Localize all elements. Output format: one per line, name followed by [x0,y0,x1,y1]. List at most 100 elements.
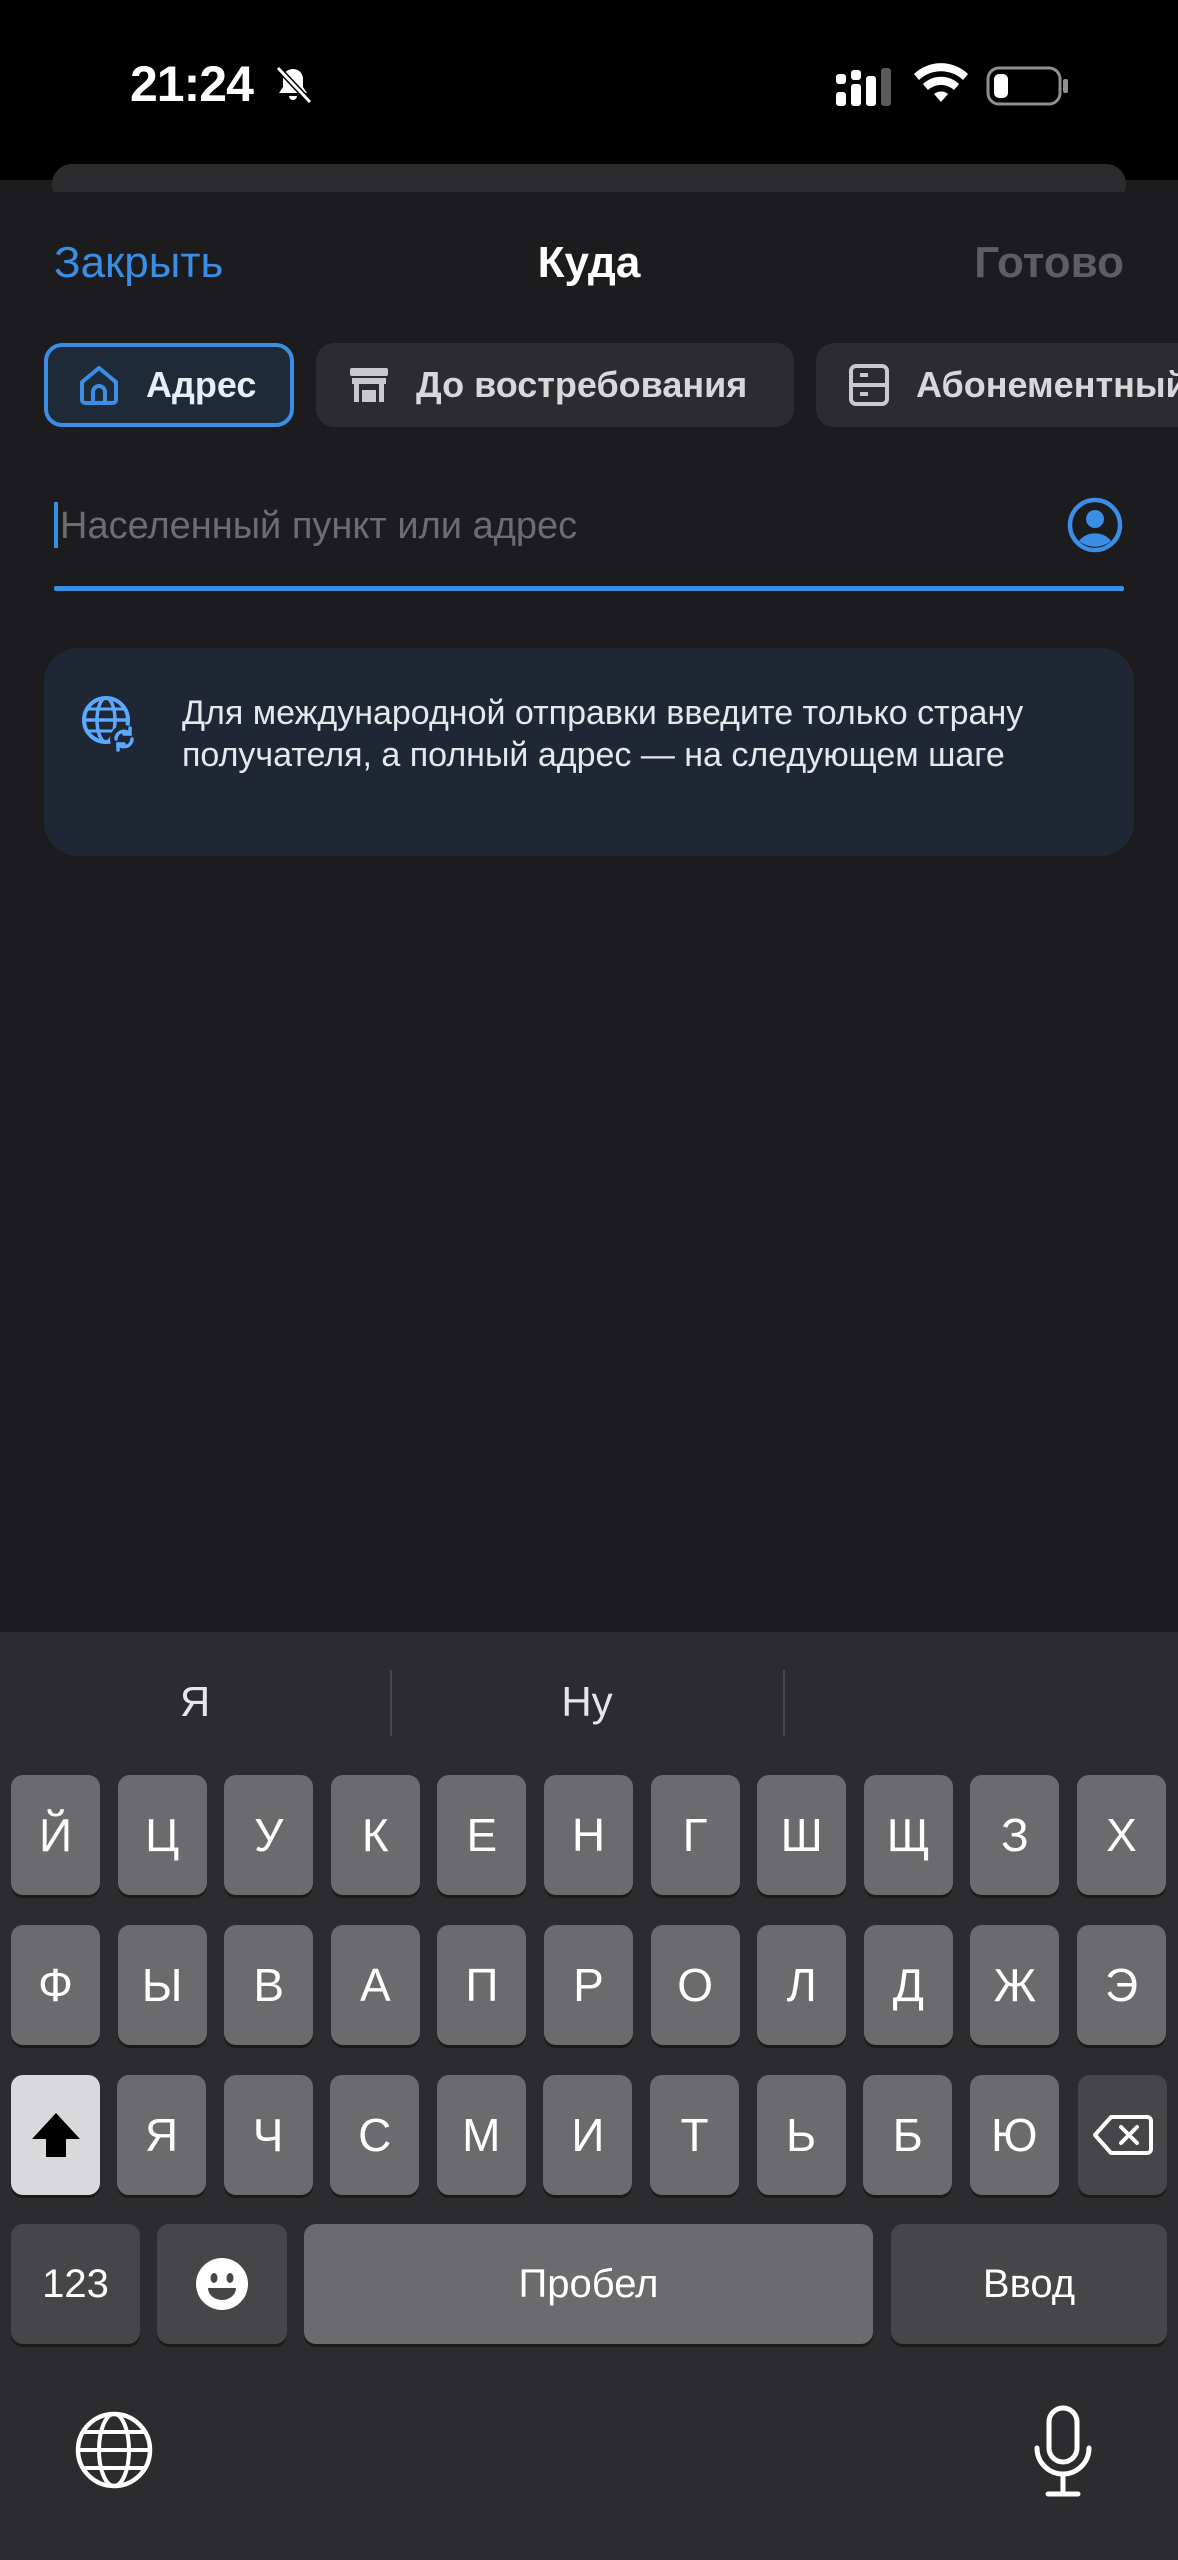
post-office-icon [346,362,392,408]
key[interactable]: Ь [756,2075,846,2195]
numbers-key[interactable]: 123 [11,2224,140,2344]
key-label: Ч [252,2109,284,2161]
key[interactable]: М [436,2075,526,2195]
key[interactable]: Э [1077,1925,1166,2045]
key-label: Л [786,1959,817,2011]
key[interactable]: Ч [223,2075,313,2195]
tab-address[interactable]: Адрес [44,343,294,427]
key-label: Ш [780,1809,823,1861]
key[interactable]: Й [11,1775,100,1895]
key[interactable]: И [543,2075,633,2195]
globe-icon[interactable] [72,2408,156,2492]
delete-key[interactable] [1078,2075,1167,2195]
delivery-type-tabs: Адрес До востребования Абонементный ящик [0,330,1178,440]
key-label: Ю [991,2109,1038,2161]
contact-icon[interactable] [1066,496,1124,554]
key[interactable]: Д [863,1925,953,2045]
key[interactable]: П [437,1925,527,2045]
cellular-signal-icon [836,68,891,106]
tab-po-box[interactable]: Абонементный ящик [816,343,1178,427]
key[interactable]: А [330,1925,420,2045]
tab-address-label: Адрес [146,364,257,405]
key-label: Ь [786,2109,817,2161]
key-label: Н [571,1809,606,1861]
key-label: Ц [145,1809,180,1861]
key-label: Х [1106,1809,1137,1861]
microphone-icon[interactable] [1030,2404,1096,2500]
international-info-banner: Для международной отправки введите тольк… [44,648,1134,856]
key-label: А [359,1959,391,2011]
key[interactable]: В [224,1925,314,2045]
key[interactable]: Х [1077,1775,1166,1895]
suggestion-1[interactable]: Я [0,1662,390,1742]
suggestion-2[interactable]: Ну [392,1662,782,1742]
key[interactable]: Л [757,1925,847,2045]
key-label: Ж [993,1959,1037,2011]
shift-arrow-icon [31,2113,80,2157]
key-label: Ы [141,1959,183,2011]
key-label: Д [892,1959,924,2011]
address-input[interactable] [58,492,1022,560]
key[interactable]: О [650,1925,740,2045]
return-key[interactable]: Ввод [891,2224,1167,2344]
emoji-icon [196,2258,248,2310]
silent-bell-icon [275,65,313,105]
wifi-icon [914,63,968,102]
key-label: Т [680,2109,709,2161]
key-label: Й [38,1809,73,1861]
key[interactable]: С [330,2075,420,2195]
key[interactable]: Щ [863,1775,953,1895]
keyboard: Я Ну Й Ц У К Е Н Г Ш Щ З Х Ф Ы В А П Р О Л Д Ж Э Я Ч С М И Т Ь Б Ю 1… [0,1632,1178,2560]
key[interactable]: З [970,1775,1060,1895]
key-label: М [462,2109,501,2161]
numbers-key-label: 123 [42,2261,109,2306]
key[interactable]: Ш [757,1775,847,1895]
key[interactable]: Ж [970,1925,1060,2045]
space-key[interactable]: Пробел [304,2224,873,2344]
tab-poste-restante[interactable]: До востребования [316,343,794,427]
key[interactable]: Б [863,2075,953,2195]
key[interactable]: Р [544,1925,633,2045]
tab-poste-restante-label: До востребования [416,364,748,405]
key[interactable]: Н [544,1775,633,1895]
status-time: 21:24 [130,56,254,112]
input-underline [54,586,1124,591]
key-label: П [465,1959,499,2011]
key-label: В [253,1959,285,2011]
shift-key[interactable] [11,2075,100,2195]
key[interactable]: Е [437,1775,527,1895]
key[interactable]: Я [117,2075,206,2195]
key[interactable]: У [224,1775,314,1895]
space-key-label: Пробел [518,2261,659,2306]
key-label: Ф [38,1959,73,2011]
home-icon [76,362,122,408]
done-button[interactable]: Готово [974,238,1124,288]
tab-po-box-label: Абонементный ящик [916,364,1178,405]
globe-refresh-icon [82,696,138,753]
emoji-key[interactable] [157,2224,287,2344]
key[interactable]: Ю [969,2075,1059,2195]
key[interactable]: Ц [117,1775,207,1895]
key-label: Я [144,2109,179,2161]
key[interactable]: Ф [11,1925,100,2045]
suggestion-3[interactable] [785,1662,1175,1742]
key[interactable]: Ы [117,1925,207,2045]
key-label: Г [682,1809,708,1861]
return-key-label: Ввод [982,2261,1076,2306]
key-label: Е [466,1809,498,1861]
backspace-icon [1092,2115,1153,2155]
key-label: Р [573,1959,604,2011]
key-label: Б [892,2109,923,2161]
key-label: Щ [886,1809,930,1861]
key-label: З [1000,1809,1029,1861]
key-label: И [571,2109,605,2161]
key-label: С [358,2109,392,2161]
key-label: О [677,1959,713,2011]
key[interactable]: Г [650,1775,740,1895]
info-text: Для международной отправки введите тольк… [182,694,1024,774]
key[interactable]: Т [650,2075,739,2195]
battery-icon [986,66,1068,106]
status-bar: 21:24 [0,0,1178,180]
address-field[interactable] [54,478,1124,592]
key[interactable]: К [330,1775,420,1895]
